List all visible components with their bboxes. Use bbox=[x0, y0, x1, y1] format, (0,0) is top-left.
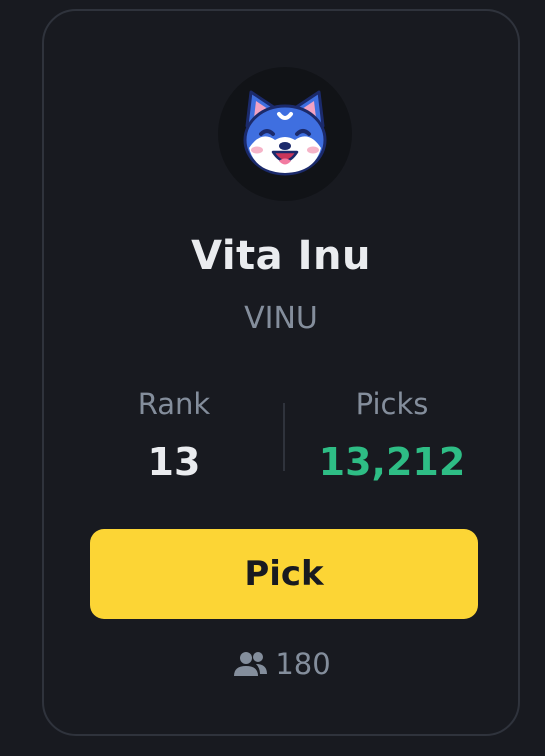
participants-count: 180 bbox=[44, 647, 518, 681]
token-symbol: VINU bbox=[244, 301, 318, 336]
picks-stat: Picks 13,212 bbox=[292, 383, 492, 484]
stat-divider bbox=[283, 403, 285, 471]
picks-value: 13,212 bbox=[318, 440, 466, 484]
rank-label: Rank bbox=[137, 387, 211, 421]
rank-stat: Rank 13 bbox=[74, 383, 274, 484]
users-icon bbox=[234, 652, 268, 676]
token-name: Vita Inu bbox=[191, 233, 371, 279]
token-avatar bbox=[218, 67, 352, 201]
pick-button[interactable]: Pick bbox=[90, 529, 478, 619]
token-card: Vita Inu VINU Rank 13 Picks 13,212 Pick … bbox=[42, 9, 520, 736]
shiba-inu-dog-logo-icon bbox=[243, 90, 327, 176]
participants-value: 180 bbox=[275, 647, 331, 681]
rank-value: 13 bbox=[147, 440, 201, 484]
picks-label: Picks bbox=[355, 387, 429, 421]
